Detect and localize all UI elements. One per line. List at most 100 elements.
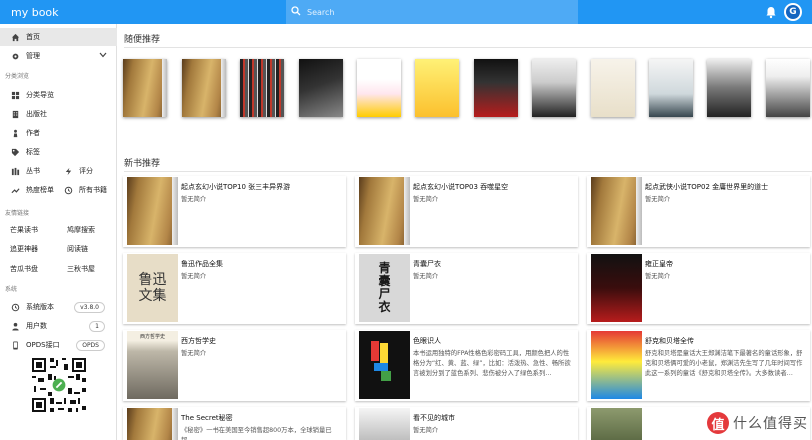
phone-icon: [10, 340, 20, 350]
book-title[interactable]: 西方哲学史: [181, 336, 216, 346]
divider: [124, 47, 812, 48]
book-title[interactable]: 舒克和贝塔全传: [645, 336, 694, 346]
bolt-icon: [63, 166, 73, 176]
book-cover: [359, 331, 410, 399]
book-title[interactable]: 鲁迅作品全集: [181, 259, 223, 269]
qr-code: [30, 356, 88, 414]
sidebar-item-tag[interactable]: 标签: [0, 143, 117, 161]
watermark-text: 什么值得买: [733, 416, 808, 432]
book-cover: [127, 177, 178, 245]
bell-icon[interactable]: [764, 5, 778, 19]
sidebar-item-rating[interactable]: 评分: [63, 163, 93, 179]
book-card[interactable]: 舒克和贝塔全传 舒克和贝塔是童话大王郑渊洁笔下最著名的童话形象，舒克和贝塔俩可爱…: [587, 330, 810, 401]
sidebar-item-home[interactable]: 首页: [0, 28, 117, 46]
book-title[interactable]: The Secret秘密: [181, 413, 233, 423]
book-cover: 青 囊 尸 衣: [359, 254, 410, 322]
book-card[interactable]: 色眼识人 本书运用独特的FPA性格色彩密码工具，用颜色把人的性格分为“红、黄、蓝…: [355, 330, 578, 401]
new-section-title: 新书推荐: [124, 159, 161, 169]
link-item[interactable]: 鸠摩搜索: [67, 222, 95, 238]
sidebar-item-author[interactable]: 作者: [0, 124, 117, 142]
book-thumb[interactable]: [357, 59, 401, 117]
sidebar-item-hot[interactable]: 热度榜单: [10, 182, 54, 198]
opds-label: OPDS接口: [26, 341, 60, 349]
sidebar-item-all-books[interactable]: 所有书籍: [63, 182, 107, 198]
book-desc: 暂无简介: [181, 196, 207, 203]
sidebar-item-label: 出版社: [26, 110, 47, 118]
book-thumb[interactable]: [240, 59, 284, 117]
book-thumb[interactable]: [299, 59, 343, 117]
book-desc: 舒克和贝塔是童话大王郑渊洁笔下最著名的童话形象，舒克和贝塔俩可爱的小老鼠，郑渊洁…: [645, 350, 803, 377]
book-thumb[interactable]: [415, 59, 459, 117]
book-title[interactable]: 看不见的城市: [413, 413, 455, 423]
book-thumb[interactable]: [182, 59, 226, 117]
book-desc: 本书运用独特的FPA性格色彩密码工具，用颜色把人的性格分为“红、黄、蓝、绿”，比…: [413, 350, 571, 377]
link-item[interactable]: 苦瓜书盘: [10, 261, 38, 277]
book-card[interactable]: 看不见的城市 暂无简介: [355, 407, 578, 440]
book-cover: 西方哲学史: [127, 331, 178, 399]
book-card[interactable]: 西方哲学史 西方哲学史 暂无简介: [123, 330, 346, 401]
opds-row[interactable]: OPDS接口 OPDS: [0, 336, 117, 354]
link-item[interactable]: 阅读链: [67, 241, 88, 257]
sidebar-item-label: 首页: [26, 33, 40, 41]
sidebar-item-series[interactable]: 丛书: [10, 163, 40, 179]
cover-text: 青 囊 尸 衣: [378, 261, 391, 314]
book-thumb[interactable]: [532, 59, 576, 117]
books-icon: [10, 166, 20, 176]
link-item[interactable]: 芒果读书: [10, 222, 38, 238]
person-icon: [10, 128, 20, 138]
avatar[interactable]: G: [784, 3, 802, 21]
book-card[interactable]: 鲁迅 文集 鲁迅作品全集 暂无简介: [123, 253, 346, 324]
book-card[interactable]: 起点玄幻小说TOP10 张三丰异界游 暂无简介: [123, 176, 346, 247]
book-card[interactable]: 起点武侠小说TOP02 金庸世界里的道士 暂无简介: [587, 176, 810, 247]
book-cover: [591, 408, 642, 440]
book-desc: 暂无简介: [181, 350, 207, 357]
book-title[interactable]: 起点武侠小说TOP02 金庸世界里的道士: [645, 182, 768, 192]
link-item[interactable]: 追更神器: [10, 241, 38, 257]
book-title[interactable]: 起点玄幻小说TOP03 吞噬星空: [413, 182, 508, 192]
book-title[interactable]: 雍正皇帝: [645, 259, 673, 269]
link-item[interactable]: 三秋书屋: [67, 261, 95, 277]
sidebar-item-publisher[interactable]: 出版社: [0, 105, 117, 123]
book-thumb[interactable]: [707, 59, 751, 117]
system-version-label: 系统版本: [26, 303, 54, 311]
book-cover: [127, 408, 178, 440]
section-system-label: 系统: [5, 286, 18, 293]
book-thumb[interactable]: [123, 59, 167, 117]
building-icon: [10, 109, 20, 119]
book-card[interactable]: The Secret秘密 《秘密》一书在美国至今销售超800万本，全球销量已超…: [123, 407, 346, 440]
avatar-initial: G: [786, 5, 800, 19]
book-card[interactable]: 青 囊 尸 衣 青囊尸衣 暂无简介: [355, 253, 578, 324]
book-thumb[interactable]: [474, 59, 518, 117]
sidebar-item-label: 作者: [26, 129, 40, 137]
book-cover: [359, 177, 410, 245]
book-desc: 暂无简介: [413, 196, 439, 203]
book-desc: 暂无简介: [645, 196, 671, 203]
user-count-label: 用户数: [26, 322, 47, 330]
book-card[interactable]: 雍正皇帝 暂无简介: [587, 253, 810, 324]
book-title[interactable]: 起点玄幻小说TOP10 张三丰异界游: [181, 182, 290, 192]
book-desc: 暂无简介: [413, 273, 439, 280]
book-thumb[interactable]: [591, 59, 635, 117]
opds-chip[interactable]: OPDS: [76, 339, 105, 351]
random-section-title: 随便推荐: [124, 35, 161, 45]
tag-icon: [10, 147, 20, 157]
sidebar-item-label: 评分: [79, 167, 93, 175]
chevron-down-icon[interactable]: [99, 52, 107, 60]
search-input[interactable]: [307, 7, 567, 17]
sidebar-item-manage[interactable]: 管理: [0, 47, 117, 65]
app-title[interactable]: my book: [11, 6, 284, 19]
book-cover: 鲁迅 文集: [127, 254, 178, 322]
search-bar[interactable]: [286, 0, 578, 24]
book-title[interactable]: 色眼识人: [413, 336, 441, 346]
book-card[interactable]: 起点玄幻小说TOP03 吞噬星空 暂无简介: [355, 176, 578, 247]
sidebar-item-label: 热度榜单: [26, 186, 54, 194]
book-thumb[interactable]: [649, 59, 693, 117]
version-chip: v3.8.0: [74, 301, 105, 313]
book-title[interactable]: 青囊尸衣: [413, 259, 441, 269]
gear-icon: [10, 51, 20, 61]
sidebar-item-categories[interactable]: 分类导览: [0, 86, 117, 104]
book-desc: 《秘密》一书在美国至今销售超800万本，全球销量已超…: [181, 427, 332, 440]
book-thumb[interactable]: [766, 59, 810, 117]
cover-text: 西方哲学史: [139, 334, 165, 340]
sidebar-item-label: 标签: [26, 148, 40, 156]
